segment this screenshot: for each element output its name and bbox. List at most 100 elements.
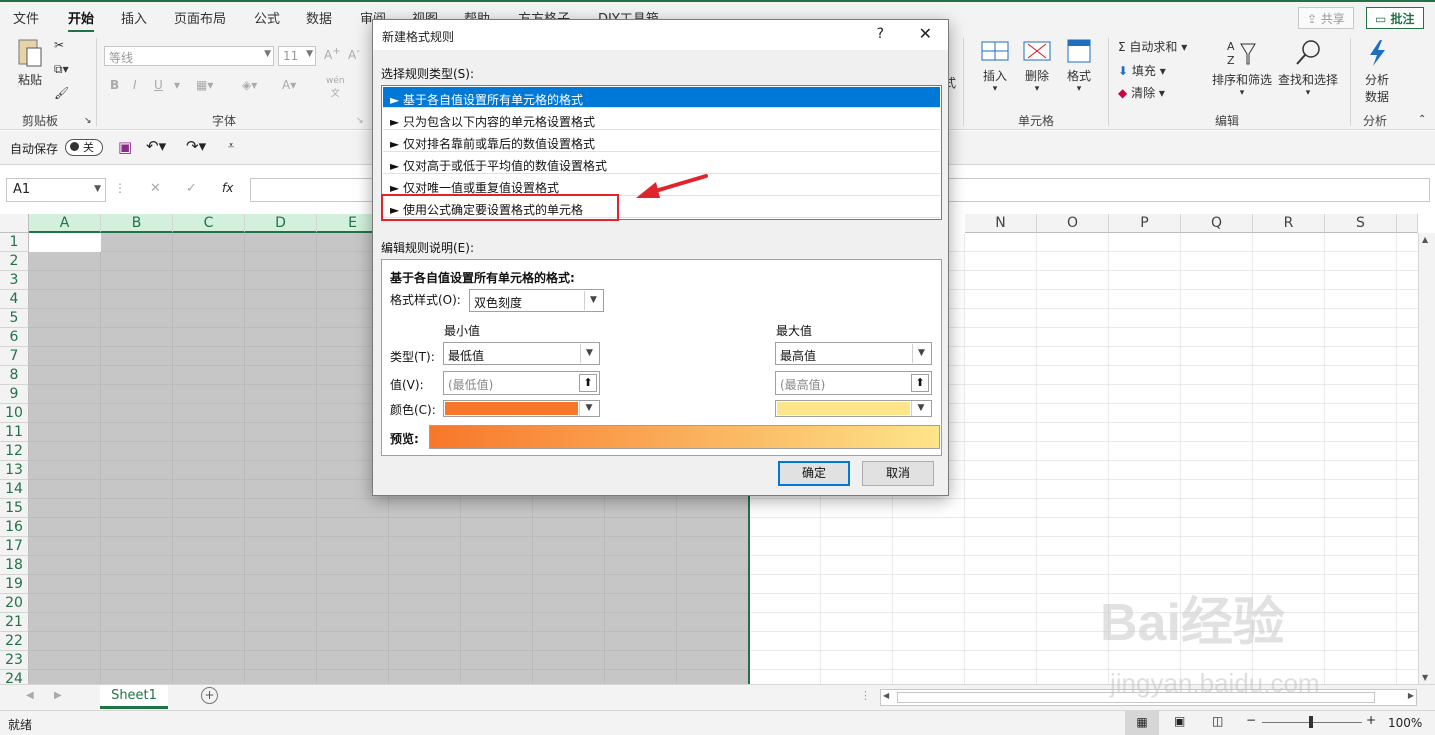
zoom-out-icon[interactable]: − (1246, 713, 1256, 727)
row-header[interactable]: 8 (0, 366, 29, 385)
column-header[interactable]: O (1037, 214, 1109, 233)
row-header[interactable]: 17 (0, 537, 29, 556)
row-header[interactable]: 1 (0, 233, 29, 252)
max-color-picker[interactable]: ▼ (775, 400, 932, 417)
format-style-select[interactable]: 双色刻度 ▼ (469, 289, 604, 312)
sheet-tab[interactable]: Sheet1 (100, 685, 168, 709)
ok-button[interactable]: 确定 (778, 461, 850, 486)
row-header[interactable]: 10 (0, 404, 29, 423)
row-header[interactable]: 11 (0, 423, 29, 442)
vertical-scrollbar[interactable]: ▲ ▼ (1418, 233, 1435, 684)
scroll-right-icon[interactable]: ▶ (1408, 691, 1414, 700)
help-button[interactable]: ? (877, 26, 884, 42)
range-picker-icon[interactable]: ⬆ (579, 374, 597, 392)
tab-file[interactable]: 文件 (13, 8, 39, 27)
insert-cells-button[interactable]: 插入 ▾ (978, 38, 1012, 94)
column-header[interactable]: A (29, 214, 101, 233)
row-header[interactable]: 14 (0, 480, 29, 499)
tab-home[interactable]: 开始 (68, 8, 95, 33)
range-picker-icon[interactable]: ⬆ (911, 374, 929, 392)
zoom-slider-thumb[interactable] (1309, 716, 1313, 728)
name-box[interactable]: A1 ▼ (6, 178, 106, 202)
cancel-button[interactable]: 取消 (862, 461, 934, 486)
scroll-left-icon[interactable]: ◀ (883, 691, 889, 700)
phonetic-icon[interactable]: wén 文 (326, 76, 345, 99)
row-header[interactable]: 23 (0, 651, 29, 670)
undo-icon[interactable]: ↶▾ (146, 137, 166, 155)
max-value-input[interactable]: (最高值) ⬆ (775, 371, 932, 395)
scroll-up-icon[interactable]: ▲ (1422, 235, 1428, 244)
analyze-data-button[interactable]: 分析 数据 (1360, 38, 1394, 105)
bold-button[interactable]: B (110, 78, 119, 92)
clear-button[interactable]: ◆ 清除 ▾ (1118, 84, 1165, 101)
borders-icon[interactable]: ▦▾ (196, 78, 213, 92)
font-name-select[interactable]: 等线 ▼ (104, 46, 274, 66)
find-select-button[interactable]: 查找和选择 ▾ (1276, 38, 1340, 98)
row-header[interactable]: 3 (0, 271, 29, 290)
normal-view-icon[interactable]: ▦ (1125, 711, 1159, 735)
shrink-font-icon[interactable]: A- (348, 46, 360, 62)
column-header[interactable] (1397, 214, 1418, 233)
zoom-in-icon[interactable]: + (1366, 713, 1376, 727)
max-type-select[interactable]: 最高值 ▼ (775, 342, 932, 365)
row-header[interactable]: 15 (0, 499, 29, 518)
format-painter-icon[interactable]: 🖌 (54, 86, 69, 100)
autosum-button[interactable]: Σ 自动求和 ▾ (1118, 38, 1187, 55)
confirm-entry-icon[interactable]: ✓ (186, 181, 197, 196)
italic-button[interactable]: I (133, 78, 137, 92)
collapse-ribbon-icon[interactable]: ⌃ (1418, 114, 1426, 125)
row-header[interactable]: 7 (0, 347, 29, 366)
column-header[interactable]: B (101, 214, 173, 233)
zoom-level[interactable]: 100% (1388, 716, 1422, 730)
cancel-entry-icon[interactable]: ✕ (150, 181, 161, 196)
row-header[interactable]: 2 (0, 252, 29, 271)
min-value-input[interactable]: (最低值) ⬆ (443, 371, 600, 395)
row-header[interactable]: 9 (0, 385, 29, 404)
row-header[interactable]: 6 (0, 328, 29, 347)
scroll-down-icon[interactable]: ▼ (1422, 673, 1428, 682)
copy-icon[interactable]: ⧉▾ (54, 62, 69, 77)
column-header[interactable]: C (173, 214, 245, 233)
row-header[interactable]: 24 (0, 670, 29, 684)
comment-button[interactable]: ▭ 批注 (1366, 7, 1424, 29)
rule-type-item[interactable]: ► 基于各自值设置所有单元格的格式 (383, 87, 940, 108)
column-header[interactable]: D (245, 214, 317, 233)
select-all-corner[interactable] (0, 214, 29, 233)
row-header[interactable]: 13 (0, 461, 29, 480)
fill-color-icon[interactable]: ◈▾ (242, 78, 257, 92)
sort-filter-button[interactable]: AZ 排序和筛选 ▾ (1210, 38, 1274, 98)
underline-button[interactable]: U (154, 78, 163, 92)
row-header[interactable]: 12 (0, 442, 29, 461)
fill-button[interactable]: ⬇ 填充 ▾ (1118, 62, 1166, 79)
min-color-picker[interactable]: ▼ (443, 400, 600, 417)
column-header[interactable]: N (965, 214, 1037, 233)
cut-icon[interactable]: ✂ (54, 38, 64, 52)
tab-insert[interactable]: 插入 (121, 8, 147, 27)
delete-cells-button[interactable]: 删除 ▾ (1020, 38, 1054, 94)
row-header[interactable]: 5 (0, 309, 29, 328)
column-header[interactable]: Q (1181, 214, 1253, 233)
column-header[interactable]: R (1253, 214, 1325, 233)
rule-type-item[interactable]: ► 只为包含以下内容的单元格设置格式 (383, 109, 940, 130)
page-layout-view-icon[interactable]: ▣ (1174, 714, 1185, 728)
close-icon[interactable]: ✕ (919, 24, 932, 43)
font-size-select[interactable]: 11 ▼ (278, 46, 316, 66)
tab-page-layout[interactable]: 页面布局 (174, 8, 226, 27)
row-header[interactable]: 16 (0, 518, 29, 537)
save-icon[interactable]: ▣ (118, 138, 132, 156)
row-header[interactable]: 21 (0, 613, 29, 632)
insert-function-icon[interactable]: fx (222, 181, 233, 195)
clipboard-launcher-icon[interactable]: ↘ (84, 116, 92, 126)
grow-font-icon[interactable]: A+ (324, 46, 341, 62)
row-header[interactable]: 4 (0, 290, 29, 309)
min-type-select[interactable]: 最低值 ▼ (443, 342, 600, 365)
underline-dropdown-icon[interactable]: ▾ (174, 78, 180, 92)
tab-data[interactable]: 数据 (306, 8, 332, 27)
prev-sheet-icon[interactable]: ◀ (26, 690, 34, 701)
row-header[interactable]: 20 (0, 594, 29, 613)
row-header[interactable]: 22 (0, 632, 29, 651)
tab-formulas[interactable]: 公式 (254, 8, 280, 27)
autosave-toggle[interactable]: 关 (65, 139, 103, 156)
tab-split-handle-icon[interactable]: ⋮ (860, 689, 871, 702)
next-sheet-icon[interactable]: ▶ (54, 690, 62, 701)
